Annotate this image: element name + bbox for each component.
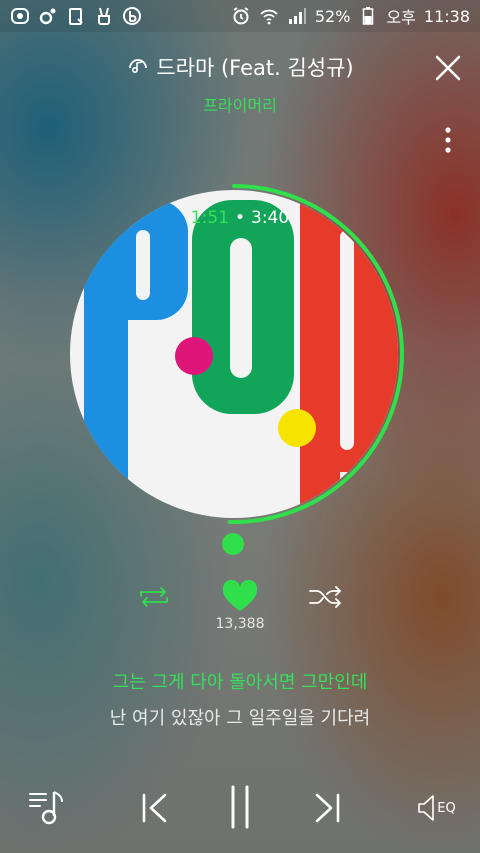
total-time: 3:40 bbox=[251, 208, 290, 228]
like-button[interactable] bbox=[218, 576, 262, 616]
eq-label: EQ bbox=[437, 800, 456, 816]
elapsed-time: 1:51 bbox=[190, 208, 229, 228]
shuffle-button[interactable] bbox=[306, 582, 346, 612]
album-art-disc[interactable] bbox=[64, 178, 416, 530]
status-time: 11:38 bbox=[423, 6, 470, 26]
battery-icon bbox=[358, 6, 378, 26]
signal-icon bbox=[287, 6, 307, 26]
pause-icon bbox=[231, 785, 249, 829]
playlist-button[interactable] bbox=[24, 786, 70, 830]
close-icon bbox=[435, 55, 461, 81]
shuffle-icon bbox=[309, 586, 341, 608]
page-indicator-dot[interactable] bbox=[222, 533, 244, 555]
next-button[interactable] bbox=[308, 786, 348, 830]
status-bar-system: 52% 오후 11:38 bbox=[231, 4, 470, 28]
previous-button[interactable] bbox=[134, 786, 174, 830]
time-separator: • bbox=[234, 208, 246, 228]
close-button[interactable] bbox=[430, 50, 466, 86]
lyric-current-line[interactable]: 그는 그게 다아 돌아서면 그만인데 bbox=[0, 668, 480, 694]
heart-icon bbox=[222, 579, 258, 611]
previous-icon bbox=[142, 793, 167, 823]
wifi-icon bbox=[259, 6, 279, 26]
song-title-row: 드라마 (Feat. 김성규) bbox=[60, 52, 420, 82]
music-app-icon bbox=[38, 6, 58, 26]
pause-button[interactable] bbox=[220, 782, 260, 832]
repeat-button[interactable] bbox=[134, 582, 174, 612]
repeat-icon bbox=[140, 587, 168, 607]
headphone-music-icon bbox=[126, 54, 150, 80]
battery-percent: 52% bbox=[314, 6, 351, 26]
more-vertical-icon bbox=[445, 127, 451, 153]
alarm-icon bbox=[231, 6, 251, 26]
clipboard-icon bbox=[66, 6, 86, 26]
more-options-button[interactable] bbox=[436, 124, 460, 156]
speaker-eq-icon bbox=[418, 795, 435, 821]
album-art bbox=[70, 184, 404, 524]
playback-time: 1:51 • 3:40 bbox=[140, 208, 340, 228]
song-title[interactable]: 드라마 (Feat. 김성규) bbox=[156, 52, 353, 82]
artist-name[interactable]: 프라이머리 bbox=[0, 92, 480, 116]
equalizer-button[interactable]: EQ bbox=[412, 786, 460, 830]
status-bar-notifications bbox=[10, 6, 142, 26]
status-ampm: 오후 bbox=[386, 8, 416, 27]
next-icon bbox=[315, 793, 340, 823]
lyric-next-line[interactable]: 난 여기 있잖아 그 일주일을 기다려 bbox=[0, 704, 480, 730]
playlist-icon bbox=[29, 791, 63, 825]
victory-hand-icon bbox=[94, 6, 114, 26]
status-bar: 52% 오후 11:38 bbox=[0, 0, 480, 32]
b-app-icon bbox=[122, 6, 142, 26]
app-icon-1 bbox=[10, 6, 30, 26]
like-count: 13,388 bbox=[215, 616, 265, 632]
